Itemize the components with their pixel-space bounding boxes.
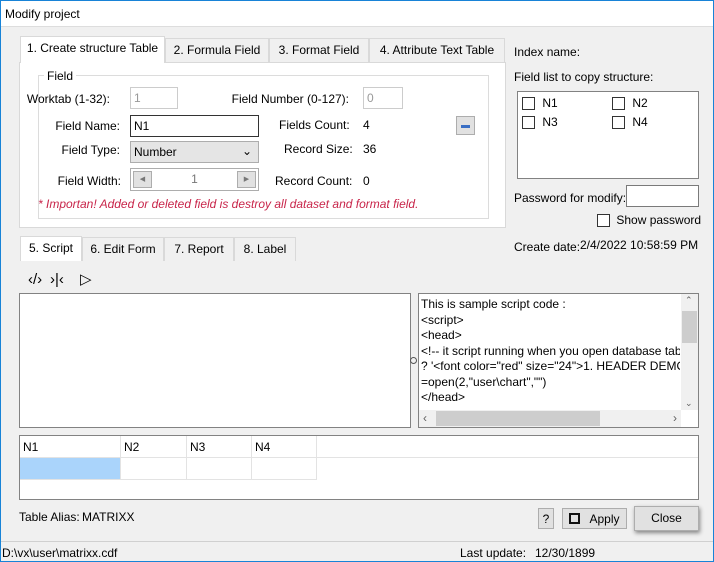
script-line: This is sample script code : (421, 297, 566, 311)
create-date-label: Create date: (514, 240, 581, 254)
grid-cell[interactable] (121, 458, 187, 480)
field-name-label: Field Name: (55, 119, 120, 133)
scroll-left-icon[interactable]: ‹ (423, 411, 427, 425)
save-icon (569, 513, 581, 524)
record-count-label: Record Count: (275, 174, 353, 188)
vertical-scrollbar[interactable]: ⌃ ⌄ (681, 294, 698, 410)
grid-cell-selected[interactable] (20, 458, 121, 480)
data-grid[interactable]: N1 N2 N3 N4 (19, 435, 699, 500)
chevron-down-icon: ⌄ (241, 144, 252, 158)
record-count-value: 0 (363, 174, 370, 188)
scroll-down-icon[interactable]: ⌄ (685, 398, 693, 409)
field-list-label: Field list to copy structure: (514, 70, 654, 84)
file-path: D:\vx\user\matrixx.cdf (2, 546, 118, 560)
tab-report[interactable]: 7. Report (164, 237, 234, 261)
modify-project-window: Modify project 1. Create structure Table… (0, 0, 714, 562)
increment-button[interactable]: ▶ (237, 171, 256, 188)
remove-field-button[interactable] (456, 116, 475, 135)
scroll-thumb[interactable] (682, 311, 697, 343)
password-input[interactable] (626, 185, 699, 207)
hscroll-thumb[interactable] (436, 411, 600, 426)
field-checkbox-n4[interactable]: N4 (612, 115, 648, 130)
status-bar (1, 541, 713, 542)
table-alias-label: Table Alias: (19, 510, 80, 524)
script-line: ? '<font color="red" size="24">1. HEADER… (421, 359, 680, 373)
field-checkbox-n2[interactable]: N2 (612, 96, 648, 111)
scroll-up-icon[interactable]: ⌃ (685, 295, 693, 306)
field-checkbox-n1[interactable]: N1 (522, 96, 558, 111)
field-copy-list: N1 N2 N3 N4 (517, 91, 699, 179)
tab-label[interactable]: 8. Label (234, 237, 296, 261)
code-tag-icon[interactable]: ‹/› (28, 271, 42, 288)
horizontal-scrollbar[interactable]: ‹ › (419, 410, 681, 427)
window-title: Modify project (5, 7, 80, 21)
worktab-input[interactable]: 1 (130, 87, 178, 109)
field-width-value: 1 (191, 172, 198, 186)
scroll-right-icon[interactable]: › (673, 411, 677, 425)
script-line: =open(2,"user\chart","") (421, 374, 547, 389)
field-type-label: Field Type: (61, 143, 120, 157)
column-header-n2[interactable]: N2 (121, 436, 187, 458)
table-alias-value: MATRIXX (82, 510, 135, 524)
tab-format-field[interactable]: 3. Format Field (269, 38, 369, 62)
sample-script-text: This is sample script code : <script> <hea… (421, 297, 680, 408)
tab-attribute-text[interactable]: 4. Attribute Text Table (369, 38, 505, 62)
title-bar: Modify project (1, 1, 713, 27)
warning-text: * Importan! Added or deleted field is de… (38, 197, 419, 211)
tab-formula-field[interactable]: 2. Formula Field (165, 38, 269, 62)
tab-edit-form[interactable]: 6. Edit Form (82, 237, 164, 261)
record-size-value: 36 (363, 142, 377, 156)
script-line: <!-- it script running when you open dat… (421, 343, 680, 358)
script-line: <head> (421, 328, 462, 342)
script-line: </head> (421, 390, 466, 404)
last-update-value: 12/30/1899 (535, 546, 596, 560)
apply-button[interactable]: Apply (562, 508, 627, 529)
field-type-select[interactable]: Number ⌄ (130, 141, 259, 163)
decrement-button[interactable]: ◀ (133, 171, 152, 188)
column-header-n4[interactable]: N4 (252, 436, 317, 458)
script-editor[interactable] (19, 293, 411, 428)
sample-script-view[interactable]: This is sample script code : <script> <hea… (418, 293, 699, 428)
run-icon[interactable]: ▷ (80, 270, 92, 288)
split-code-icon[interactable]: ›|‹ (50, 271, 64, 288)
record-size-label: Record Size: (284, 142, 353, 156)
field-width-label: Field Width: (57, 174, 121, 188)
help-button[interactable]: ? (538, 508, 554, 529)
last-update-label: Last update: (460, 546, 527, 560)
index-name-label: Index name: (514, 45, 581, 59)
field-name-input[interactable]: N1 (130, 115, 259, 137)
password-label: Password for modify: (514, 191, 627, 205)
splitter-handle[interactable] (410, 357, 417, 364)
create-date-value: 2/4/2022 10:58:59 PM (580, 238, 699, 252)
column-header-n3[interactable]: N3 (187, 436, 252, 458)
minus-icon (461, 125, 470, 128)
field-number-label: Field Number (0-127): (231, 92, 349, 106)
field-width-spinner[interactable]: 1 ◀ ▶ (130, 168, 259, 191)
worktab-label: Worktab (1-32): (26, 92, 110, 106)
close-button[interactable]: Close (634, 506, 699, 531)
grid-cell[interactable] (252, 458, 317, 480)
fields-count-value: 4 (363, 118, 370, 132)
field-checkbox-n3[interactable]: N3 (522, 115, 558, 130)
field-number-input[interactable]: 0 (363, 87, 403, 109)
column-header-n1[interactable]: N1 (20, 436, 121, 458)
fields-count-label: Fields Count: (279, 118, 350, 132)
field-type-value: Number (134, 145, 177, 159)
script-line: <script> (421, 312, 464, 327)
tab-script[interactable]: 5. Script (20, 236, 82, 261)
grid-cell[interactable] (187, 458, 252, 480)
show-password-checkbox[interactable]: Show password (597, 213, 701, 228)
tab-create-structure[interactable]: 1. Create structure Table (20, 36, 165, 63)
field-legend: Field (44, 69, 77, 83)
